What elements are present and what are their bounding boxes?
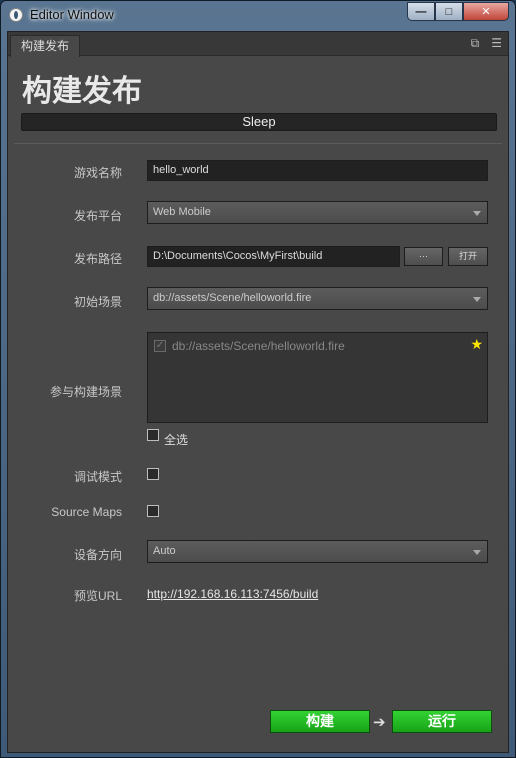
build-button[interactable]: 构建 bbox=[270, 710, 370, 733]
game-name-label: 游戏名称 bbox=[73, 166, 122, 180]
tab-bar: 构建发布 ⧉ ☰ bbox=[8, 32, 508, 57]
preview-url-label: 预览URL bbox=[73, 589, 122, 603]
run-button[interactable]: 运行 bbox=[392, 710, 492, 733]
platform-select[interactable]: Web Mobile bbox=[147, 201, 488, 224]
orientation-label: 设备方向 bbox=[73, 548, 122, 562]
maximize-button[interactable]: □ bbox=[435, 2, 463, 21]
build-panel: 构建发布 ⧉ ☰ 构建发布 Sleep 游戏名称 hello_world 发布平… bbox=[7, 31, 509, 753]
select-all-label: 全选 bbox=[164, 433, 189, 447]
arrow-right-icon: ➔ bbox=[373, 714, 386, 731]
popout-icon[interactable]: ⧉ bbox=[471, 36, 480, 51]
orientation-value: Auto bbox=[153, 545, 176, 557]
app-logo-icon bbox=[9, 8, 23, 22]
minimize-button[interactable]: — bbox=[407, 2, 435, 21]
scene-list: ✓ db://assets/Scene/helloworld.fire ★ bbox=[147, 332, 488, 423]
divider bbox=[14, 143, 502, 144]
title-bar[interactable]: Editor Window — □ ✕ bbox=[1, 1, 515, 29]
select-all-checkbox[interactable] bbox=[147, 429, 159, 441]
scene-path: db://assets/Scene/helloworld.fire bbox=[172, 339, 345, 353]
tab-tools: ⧉ ☰ bbox=[471, 36, 502, 51]
chevron-down-icon bbox=[473, 297, 481, 302]
editor-window: Editor Window — □ ✕ 构建发布 ⧉ ☰ 构建发布 Sleep … bbox=[0, 0, 516, 758]
debug-mode-checkbox[interactable] bbox=[147, 468, 159, 480]
open-folder-button[interactable]: 打开 bbox=[448, 247, 488, 266]
window-title: Editor Window bbox=[30, 7, 114, 22]
browse-button[interactable]: ··· bbox=[404, 247, 443, 266]
build-path-input[interactable]: D:\Documents\Cocos\MyFirst\build bbox=[147, 246, 400, 267]
tab-build-publish[interactable]: 构建发布 bbox=[10, 35, 81, 57]
game-name-input[interactable]: hello_world bbox=[147, 160, 488, 181]
preview-url-link[interactable]: http://192.168.16.113:7456/build bbox=[147, 587, 318, 601]
page-title: 构建发布 bbox=[22, 74, 142, 109]
start-scene-value: db://assets/Scene/helloworld.fire bbox=[153, 292, 312, 304]
close-button[interactable]: ✕ bbox=[463, 2, 509, 21]
scene-checkbox[interactable]: ✓ bbox=[154, 340, 166, 352]
chevron-down-icon bbox=[473, 550, 481, 555]
window-controls: — □ ✕ bbox=[407, 2, 509, 21]
start-scene-select[interactable]: db://assets/Scene/helloworld.fire bbox=[147, 287, 488, 310]
source-maps-label: Source Maps bbox=[51, 505, 122, 519]
star-icon[interactable]: ★ bbox=[470, 336, 483, 353]
status-bar: Sleep bbox=[21, 113, 497, 131]
build-path-label: 发布路径 bbox=[73, 252, 122, 266]
start-scene-label: 初始场景 bbox=[73, 295, 122, 309]
orientation-select[interactable]: Auto bbox=[147, 540, 488, 563]
platform-value: Web Mobile bbox=[153, 206, 211, 218]
source-maps-checkbox[interactable] bbox=[147, 505, 159, 517]
menu-icon[interactable]: ☰ bbox=[491, 36, 502, 51]
chevron-down-icon bbox=[473, 211, 481, 216]
included-scenes-label: 参与构建场景 bbox=[49, 385, 122, 399]
platform-label: 发布平台 bbox=[73, 209, 122, 223]
list-item[interactable]: ✓ db://assets/Scene/helloworld.fire bbox=[154, 339, 345, 353]
debug-mode-label: 调试模式 bbox=[73, 470, 122, 484]
